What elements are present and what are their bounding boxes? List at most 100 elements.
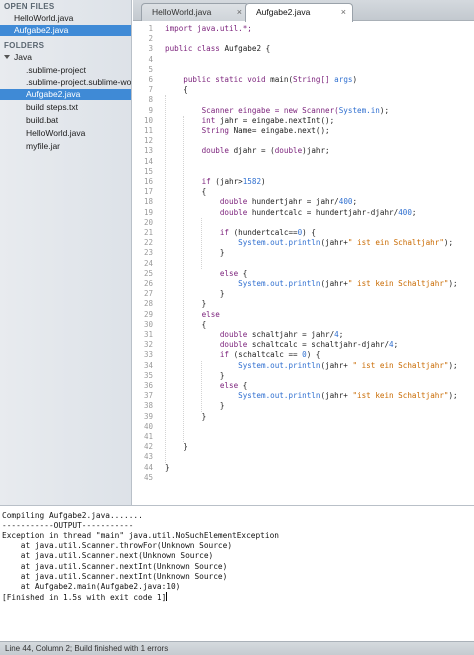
file-label: .sublime-project [26,65,86,75]
code-line: } [165,401,225,411]
line-number: 22 [143,238,153,248]
line-number: 15 [143,166,153,176]
code-line: System.out.println(jahr+" ist ein Schalt… [165,238,453,248]
line-number: 18 [143,197,153,207]
file-item[interactable]: build.bat [0,115,131,126]
line-number: 14 [143,156,153,166]
line-number: 13 [143,146,153,156]
line-number: 20 [143,217,153,227]
output-line: -----------OUTPUT----------- [2,521,133,531]
file-item[interactable]: .sublime-project.sublime-work [0,77,131,88]
code-line: double hundertjahr = jahr/400; [165,197,357,207]
code-token: (jahr+ [320,391,353,401]
code-token: if [165,177,216,186]
line-number: 44 [143,462,153,472]
code-token: if [165,228,234,237]
output-text: [Finished in 1.5s with exit code 1] [2,592,167,602]
line-number: 30 [143,319,153,329]
code-token: System.out.println [165,360,321,370]
code-token: System.out.println [165,279,321,288]
code-line: } [165,299,207,309]
indent-guide [201,217,202,269]
code-token: if [165,350,234,360]
code-token: double [274,146,303,156]
file-item[interactable]: build steps.txt [0,102,131,113]
file-label: Aufgabe2.java [26,89,81,99]
code-token: args [334,75,353,84]
line-number: 1 [148,24,153,33]
code-token: System.in [338,105,380,115]
code-line: Scanner eingabe = new Scanner(System.in)… [165,106,389,116]
code-token: System.out.println [165,391,321,401]
output-line: at java.util.Scanner.nextInt(Unknown Sou… [2,572,228,582]
code-line: { [165,85,188,95]
code-token: { [165,319,207,329]
code-token: String [165,126,234,135]
code-token: ) { [306,350,321,360]
tab-aufgabe2[interactable]: Aufgabe2.java × [245,3,353,22]
code-token: } [165,248,225,258]
build-output-panel[interactable]: Compiling Aufgabe2.java....... ----------… [0,505,474,641]
line-number: 11 [143,126,153,135]
tab-label: Aufgabe2.java [256,7,311,17]
line-number: 40 [143,421,153,431]
line-number: 4 [148,54,153,64]
output-text: Compiling Aufgabe2.java....... [2,511,143,520]
code-token: (jahr+ [320,360,353,370]
code-token: jahr = eingabe.nextInt(); [219,115,335,125]
file-item[interactable]: .sublime-project [0,65,131,76]
code-line: if (hundertcalc==0) { [165,228,316,238]
code-token: { [242,268,248,278]
code-token: double [165,330,252,339]
code-line: int jahr = eingabe.nextInt(); [165,115,335,126]
code-token: } [165,370,225,380]
line-number: 36 [143,381,153,390]
code-token: " ist ein Schaltjahr" [352,360,449,370]
code-token: ); [443,238,454,248]
code-token: else [165,268,243,278]
code-line: { [165,319,207,330]
code-token: 400 [338,197,353,207]
file-label: myfile.jar [26,141,61,151]
close-icon[interactable]: × [341,4,346,20]
code-line: } [165,248,225,258]
line-number: 19 [143,207,153,217]
file-item-active[interactable]: Aufgabe2.java [0,89,131,100]
code-token: 400 [398,207,412,217]
line-number: 2 [148,34,153,44]
line-number: 33 [143,350,153,360]
code-token: ) { [302,228,316,237]
code-token: ; [352,197,358,207]
code-line: System.out.println(jahr+ " ist ein Schal… [165,361,458,371]
code-token: { [242,381,248,390]
status-text: Line 44, Column 2; Build finished with 1… [5,644,169,653]
code-editor[interactable]: 1 2 3 4 5 6 7 8 9 10 11 12 13 14 15 16 17 18 19 20 21 22 23 24 2… [133,22,474,505]
file-item[interactable]: HelloWorld.java [0,128,131,139]
line-number: 17 [143,187,153,197]
open-file-item-active[interactable]: Aufgabe2.java [0,25,131,36]
code-token: )jahr; [302,146,330,156]
code-line: String Name= eingabe.next(); [165,126,330,136]
code-token: { [165,85,188,95]
code-line: public class Aufgabe2 { [165,44,270,54]
file-label: build steps.txt [26,102,78,112]
code-token: Name= eingabe.next(); [233,126,330,135]
line-number: 35 [143,370,153,380]
line-number: 16 [143,177,153,186]
close-icon[interactable]: × [237,4,242,20]
output-line: at java.util.Scanner.next(Unknown Source… [2,551,213,561]
code-line: if (schaltcalc == 0) { [165,350,321,360]
code-line: } [165,370,225,381]
code-token: " ist kein Schaltjahr" [347,279,449,288]
line-number: 43 [143,452,153,462]
output-line: Exception in thread "main" java.util.NoS… [2,531,279,541]
line-number: 28 [143,299,153,309]
tab-helloworld[interactable]: HelloWorld.java × [141,3,249,21]
code-token: public class [165,44,225,54]
folder-item-java[interactable]: Java [0,52,131,63]
code-line: } [165,289,225,299]
output-text: at java.util.Scanner.next(Unknown Source… [2,551,214,561]
file-item[interactable]: myfile.jar [0,141,131,152]
open-file-item[interactable]: HelloWorld.java [0,13,131,24]
open-files-header: OPEN FILES [4,2,55,11]
